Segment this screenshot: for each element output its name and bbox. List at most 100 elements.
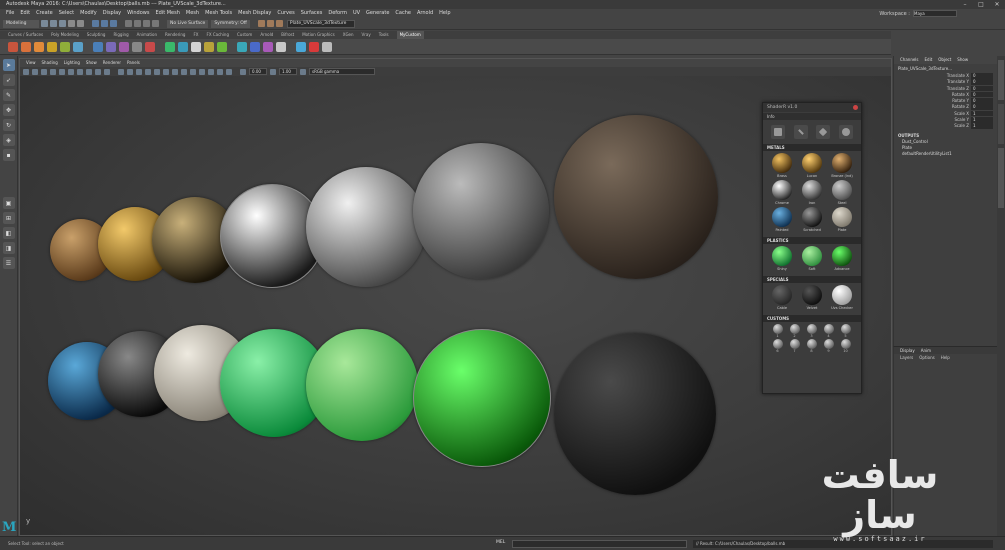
shelf-tool-icon[interactable]	[276, 41, 286, 52]
wireframe-icon[interactable]	[118, 68, 124, 75]
attribute-value[interactable]: 0	[971, 91, 993, 98]
shader-velvet[interactable]: Velvet	[797, 285, 827, 310]
shelf-tool-icon[interactable]	[322, 41, 332, 52]
field-chart-icon[interactable]	[95, 68, 101, 75]
menu-deform[interactable]: Deform	[328, 9, 347, 18]
shelf-tab-rigging[interactable]: Rigging	[113, 31, 128, 39]
render-settings-icon[interactable]	[275, 20, 283, 27]
redo-icon[interactable]	[77, 20, 84, 27]
viewport-menu-show[interactable]: Show	[86, 59, 97, 67]
layer-menu-layers[interactable]: Layers	[900, 354, 913, 361]
attribute-value[interactable]: 1	[971, 117, 993, 123]
shader-bronze-lnd[interactable]: Bronze (lnd)	[827, 153, 857, 178]
single-view-icon[interactable]: ▣	[2, 197, 15, 209]
shader-lucon[interactable]: Lucon	[797, 153, 827, 178]
menu-cache[interactable]: Cache	[395, 9, 411, 18]
attribute-value[interactable]: 1	[971, 110, 993, 117]
channel-box-tab[interactable]	[998, 148, 1004, 208]
camera-attr-icon[interactable]	[32, 68, 38, 75]
last-tool-icon[interactable]: ▪	[2, 149, 15, 161]
menu-arnold[interactable]: Arnold	[417, 9, 433, 18]
attribute-editor-tab[interactable]	[998, 60, 1004, 100]
channel-menu-show[interactable]: Show	[957, 56, 968, 64]
menu-mesh[interactable]: Mesh	[186, 9, 199, 18]
close-icon[interactable]: ✕	[989, 0, 1005, 9]
shelf-tool-icon[interactable]	[34, 41, 44, 52]
shelf-tool-icon[interactable]	[237, 41, 247, 52]
layer-menu-options[interactable]: Options	[919, 354, 934, 361]
shelf-tab-curves-surfaces[interactable]: Curves / Surfaces	[8, 31, 43, 39]
mel-label[interactable]: MEL	[496, 540, 505, 545]
shelf-tool-icon[interactable]	[178, 41, 188, 52]
shelf-tool-icon[interactable]	[93, 41, 103, 52]
menu-surfaces[interactable]: Surfaces	[301, 9, 323, 18]
viewport-menu-shading[interactable]: Shading	[42, 59, 58, 67]
custom-shader-4[interactable]: 4	[820, 324, 837, 338]
four-view-icon[interactable]: ⊞	[2, 212, 15, 224]
workspace-dropdown[interactable]	[913, 10, 957, 17]
layout-view-icon[interactable]: ◨	[2, 242, 15, 254]
render-icon[interactable]	[257, 20, 265, 27]
scale-tool-icon[interactable]: ◈	[2, 134, 15, 146]
customs-section[interactable]: CUSTOMS	[763, 315, 861, 322]
shader-painted[interactable]: Painted	[767, 207, 797, 232]
menu-help[interactable]: Help	[439, 9, 450, 18]
symmetry-dropdown[interactable]: Symmetry: Off	[211, 19, 250, 28]
select-tool-icon[interactable]: ➤	[2, 59, 15, 71]
attribute-value[interactable]: 0	[971, 79, 993, 85]
xray-active-icon[interactable]	[226, 68, 232, 75]
menu-select[interactable]: Select	[59, 9, 74, 18]
menu-generate[interactable]: Generate	[366, 9, 389, 18]
pick-shader-icon[interactable]	[816, 125, 831, 139]
custom-shader-1[interactable]: 1	[769, 324, 786, 338]
specials-section[interactable]: SPECIALS	[763, 276, 861, 283]
depth-of-field-icon[interactable]	[190, 68, 196, 75]
shelf-tool-icon[interactable]	[119, 41, 129, 52]
xray-joints-icon[interactable]	[217, 68, 223, 75]
shelf-tab-fx[interactable]: FX	[193, 31, 198, 39]
shader-iron[interactable]: Iron	[797, 180, 827, 205]
new-scene-icon[interactable]	[41, 20, 48, 27]
motion-blur-icon[interactable]	[172, 68, 178, 75]
shelf-tab-arnold[interactable]: Arnold	[260, 31, 273, 39]
viewport-menu-view[interactable]: View	[26, 59, 36, 67]
grid-icon[interactable]	[59, 68, 65, 75]
xray-icon[interactable]	[208, 68, 214, 75]
menu-modify[interactable]: Modify	[80, 9, 97, 18]
steel-sphere[interactable]	[306, 167, 426, 287]
attribute-value[interactable]: 0	[971, 85, 993, 92]
exposure-icon[interactable]	[240, 68, 246, 75]
object-name-field[interactable]: Plate_UVScale_3dTexture	[286, 19, 355, 28]
metals-section[interactable]: METALS	[763, 144, 861, 151]
menu-edit[interactable]: Edit	[20, 9, 30, 18]
move-tool-icon[interactable]: ✥	[2, 104, 15, 116]
custom-shader-9[interactable]: 9	[820, 339, 837, 353]
shader-shiny[interactable]: Shiny	[767, 246, 797, 271]
menu-uv[interactable]: UV	[353, 9, 360, 18]
lasso-tool-icon[interactable]: ➶	[2, 74, 15, 86]
safe-action-icon[interactable]	[104, 68, 110, 75]
green-advance-sphere[interactable]	[413, 329, 551, 467]
shader-panel-header[interactable]: ShaderR v1.0	[763, 103, 861, 112]
viewport-menu-lighting[interactable]: Lighting	[64, 59, 80, 67]
select-hierarchy-icon[interactable]	[92, 20, 99, 27]
smooth-shade-icon[interactable]	[127, 68, 133, 75]
select-component-icon[interactable]	[110, 20, 117, 27]
shelf-tool-icon[interactable]	[8, 41, 18, 52]
shelf-tool-icon[interactable]	[191, 41, 201, 52]
brush-tool-icon[interactable]	[793, 125, 808, 139]
shelf-tab-mycustom[interactable]: MyCustom	[396, 31, 424, 39]
shelf-tool-icon[interactable]	[250, 41, 260, 52]
green-soft-sphere[interactable]	[306, 329, 418, 441]
shader-scratched[interactable]: Scratched	[797, 207, 827, 232]
shelf-tab-tools[interactable]: Tools	[379, 31, 389, 39]
open-scene-icon[interactable]	[50, 20, 57, 27]
menu-edit-mesh[interactable]: Edit Mesh	[155, 9, 179, 18]
antialias-icon[interactable]	[181, 68, 187, 75]
menu-create[interactable]: Create	[36, 9, 53, 18]
side-view-icon[interactable]: ◧	[2, 227, 15, 239]
channel-menu-object[interactable]: Object	[938, 56, 951, 64]
shader-chrome[interactable]: Chrome	[767, 180, 797, 205]
gate-mask-icon[interactable]	[86, 68, 92, 75]
command-input[interactable]	[512, 540, 687, 548]
